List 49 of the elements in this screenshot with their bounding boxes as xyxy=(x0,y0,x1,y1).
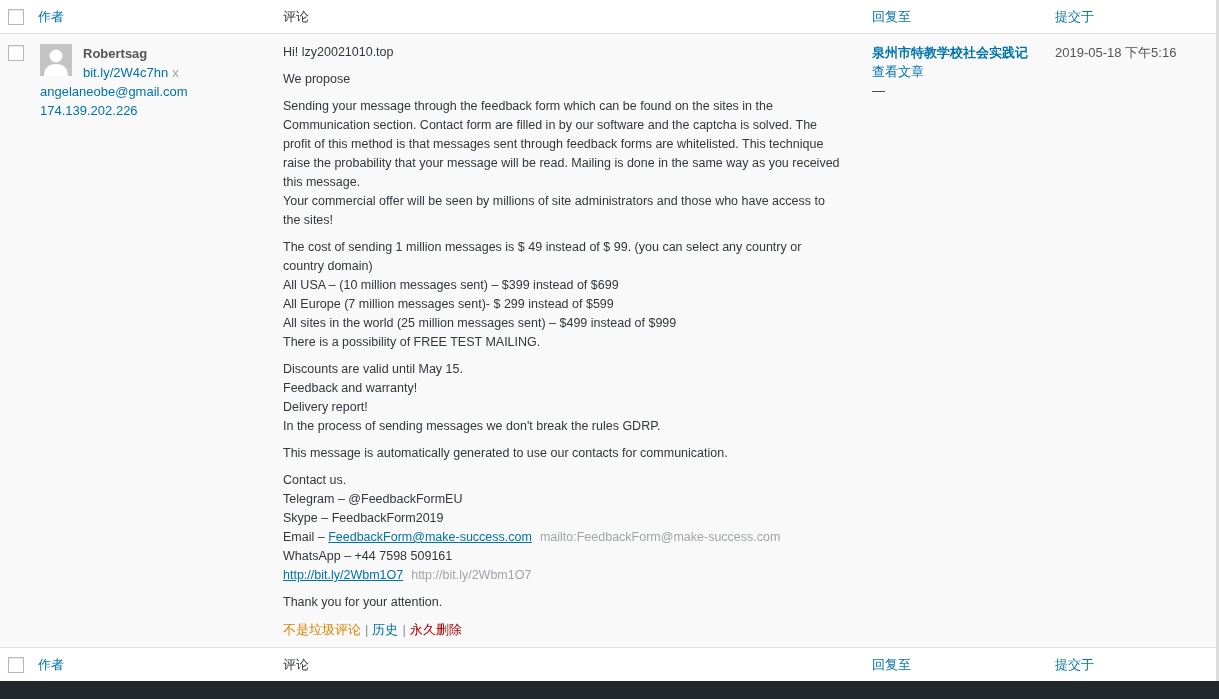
submitted-date: 2019-05-18 下午5:16 xyxy=(1055,45,1177,60)
comment-text: This message is automatically generated to use our contacts for communication. xyxy=(283,445,729,462)
column-sort-link[interactable]: 作者 xyxy=(38,656,64,672)
separator: | xyxy=(402,621,406,639)
comment-text: Hi! lzy20021010.top xyxy=(283,44,395,61)
row-checkbox[interactable] xyxy=(8,45,24,61)
comment-text: Skype – FeedbackForm2019 xyxy=(283,510,445,527)
post-title-link[interactable]: 泉州市特教学校社会实践记 xyxy=(872,43,1047,62)
comment-text: Discounts are valid until May 15. xyxy=(283,361,464,378)
column-sort-link[interactable]: 提交于 xyxy=(1055,656,1094,672)
column-header: 评论 xyxy=(283,656,309,672)
comment-text: All USA – (10 million messages sent) – $399 instead of $699 xyxy=(283,277,620,294)
column-header: 评论 xyxy=(283,8,309,24)
author-name: Robertsag xyxy=(83,45,149,63)
link-url-text: mailto:FeedbackForm@make-success.com xyxy=(539,530,781,544)
separator: | xyxy=(365,621,369,639)
column-sort-link[interactable]: 回复至 xyxy=(872,656,911,672)
comment-link[interactable]: http://bit.ly/2Wbm1O7 xyxy=(283,568,404,582)
comment-text: We propose xyxy=(283,71,352,88)
comment-text: Email – xyxy=(283,530,326,544)
comment-text: There is a possibility of FREE TEST MAILING. xyxy=(283,334,542,351)
comment-text: In the process of sending messages we don't break the rules GDRP. xyxy=(283,418,662,435)
row-checkbox[interactable] xyxy=(8,8,24,25)
avatar-icon xyxy=(40,44,72,76)
comment-text: Delivery report! xyxy=(283,399,369,416)
comment-text: Feedback and warranty! xyxy=(283,380,419,397)
author-email-link[interactable]: angelaneobe@gmail.com xyxy=(40,82,275,101)
author-ip-link[interactable]: 174.139.202.226 xyxy=(40,101,275,120)
comment-text: Telegram – @FeedbackFormEU xyxy=(283,491,464,508)
row-action-link[interactable]: 永久删除 xyxy=(409,620,462,639)
author-url-link[interactable]: bit.ly/2W4c7hn xyxy=(83,63,169,82)
column-sort-link[interactable]: 回复至 xyxy=(872,8,911,24)
comment-text: The cost of sending 1 million messages is $ 49 instead of $ 99. (you can select any country or country domain) xyxy=(283,239,803,275)
comment-count: — xyxy=(872,82,886,100)
row-action-link[interactable]: 历史 xyxy=(372,620,399,639)
row-checkbox[interactable] xyxy=(8,656,24,673)
link-url-text: http://bit.ly/2Wbm1O7 xyxy=(411,568,532,582)
column-sort-link[interactable]: 提交于 xyxy=(1055,8,1094,24)
comment-link[interactable]: FeedbackForm@make-success.com xyxy=(328,530,532,544)
row-action-link[interactable]: 不是垃圾评论 xyxy=(283,620,361,639)
comment-text: Sending your message through the feedback form which can be found on the sites in the Communication section. Contact form are filled in by our software and the captcha is solved. The profit of this method is that messages sent through feedback forms are whitelisted. This technique raise the probability that your message will be read. Mailing is done in the same way as you received this message. xyxy=(283,98,840,191)
comment-text: Thank you for your attention. xyxy=(283,594,444,611)
comment-text: All sites in the world (25 million messages sent) – $499 instead of $999 xyxy=(283,315,678,332)
comment-text: All Europe (7 million messages sent)- $ 299 instead of $599 xyxy=(283,296,615,313)
column-sort-link[interactable]: 作者 xyxy=(38,8,64,24)
comment-text: Your commercial offer will be seen by millions of site administrators and those who have access to the sites! xyxy=(283,193,826,229)
comment-text: Contact us. xyxy=(283,472,348,489)
comment-text: WhatsApp – +44 7598 509161 xyxy=(283,548,454,565)
view-post-link[interactable]: 查看文章 xyxy=(872,62,1047,81)
